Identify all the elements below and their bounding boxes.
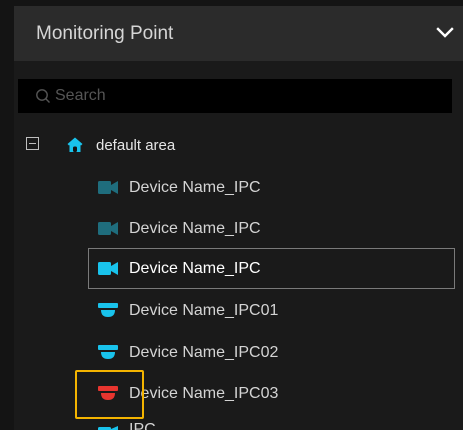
device-item[interactable]: Device Name_IPC (88, 208, 455, 249)
dome-camera-icon (98, 345, 118, 359)
device-label: Device Name_IPC02 (129, 344, 279, 361)
collapse-toggle-icon[interactable] (26, 137, 39, 150)
device-item[interactable]: Device Name_IPC02 (88, 332, 455, 373)
device-label: Device Name_IPC01 (129, 302, 279, 319)
alarm-highlight-box (75, 370, 144, 419)
search-icon (36, 89, 50, 103)
panel-title: Monitoring Point (36, 23, 174, 44)
home-icon (67, 137, 83, 152)
device-item[interactable]: Device Name_IPC (88, 167, 455, 208)
panel-header[interactable]: Monitoring Point (14, 6, 463, 61)
device-label: Device Name_IPC (129, 260, 261, 277)
bullet-camera-icon (98, 181, 118, 194)
device-label: Device Name_IPC (129, 179, 261, 196)
search-placeholder: Search (55, 87, 106, 104)
device-label: Device Name_IPC (129, 220, 261, 237)
monitoring-point-panel: Monitoring Point Search default area Dev… (0, 0, 463, 430)
bullet-camera-icon (98, 426, 118, 430)
device-item-selected[interactable]: Device Name_IPC (88, 248, 455, 289)
dome-camera-icon (98, 303, 118, 317)
search-input[interactable]: Search (18, 79, 452, 113)
device-item[interactable]: Device Name_IPC01 (88, 290, 455, 331)
chevron-down-icon[interactable] (435, 23, 455, 43)
bullet-camera-icon (98, 262, 118, 275)
device-label-partial[interactable]: IPC (129, 420, 156, 430)
bullet-camera-icon (98, 222, 118, 235)
device-label: Device Name_IPC03 (129, 385, 279, 402)
area-label[interactable]: default area (96, 136, 175, 156)
